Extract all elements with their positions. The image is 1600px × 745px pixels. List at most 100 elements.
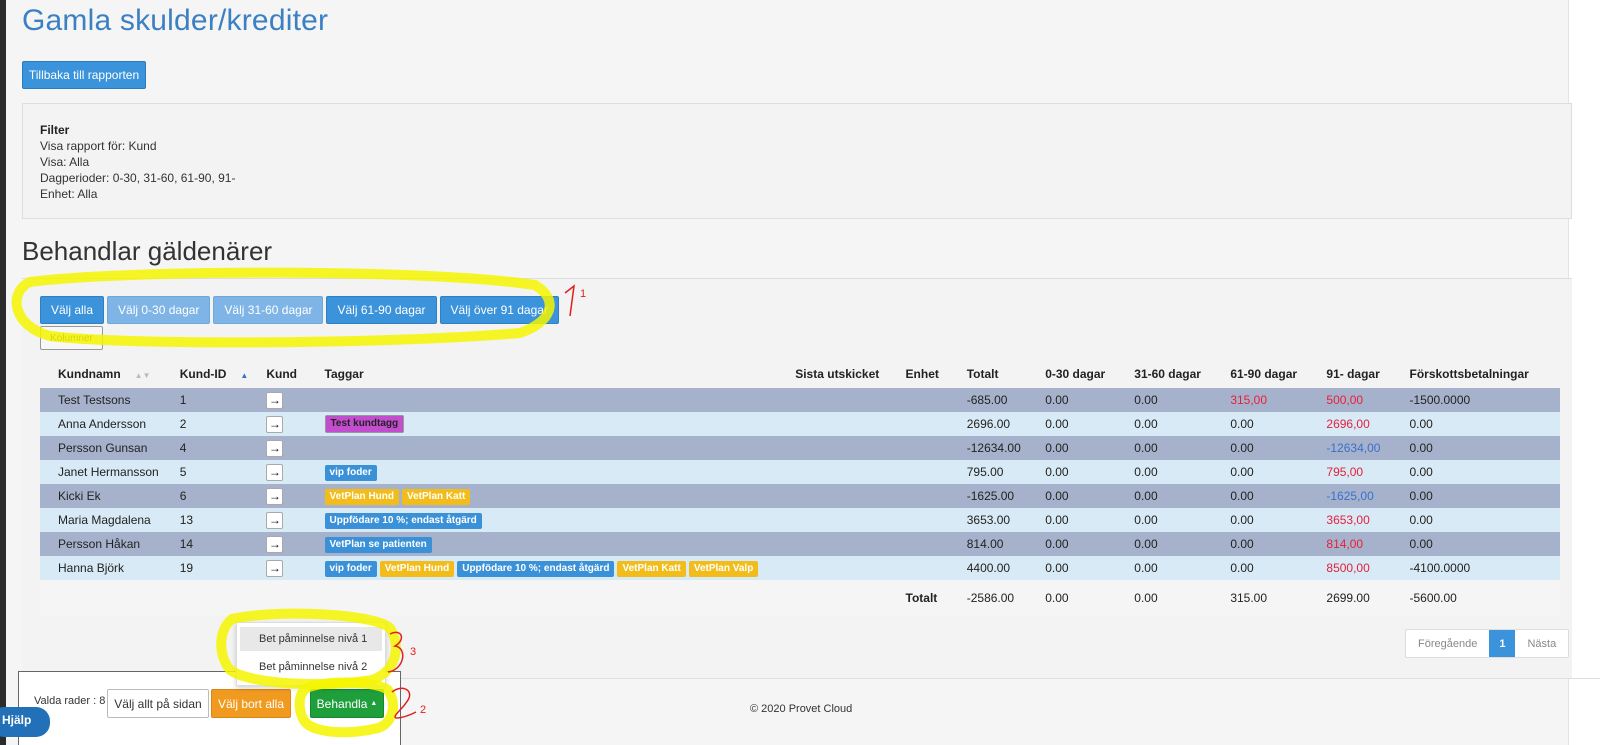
columns-button[interactable]: Kolumner	[40, 326, 103, 350]
cell-tags: VetPlan se patienten	[306, 532, 778, 556]
filter-line: Visa: Alla	[40, 155, 90, 169]
select-over-91-button[interactable]: Välj över 91 dagar	[439, 296, 559, 324]
col-header-0-30: 0-30 dagar	[1045, 367, 1106, 381]
customer-tag: VetPlan Hund	[324, 488, 399, 505]
cell-customer-name: Janet Hermansson	[40, 460, 162, 484]
select-0-30-button[interactable]: Välj 0-30 dagar	[107, 296, 211, 324]
totals-row: Totalt -2586.00 0.00 0.00 315.00 2699.00 -5600…	[40, 580, 1560, 616]
copyright: © 2020 Provet Cloud	[750, 703, 853, 715]
cell-tags	[306, 436, 778, 460]
select-all-on-page-button[interactable]: Välj allt på sidan	[107, 689, 209, 718]
pagination-prev[interactable]: Föregående	[1406, 630, 1489, 657]
table-row[interactable]: Janet Hermansson 5 → vip foder 795.00 0.00 0.0…	[40, 460, 1560, 484]
left-edge-strip	[0, 0, 6, 745]
reminder-level-2-item[interactable]: Bet påminnelse nivå 2	[237, 655, 385, 679]
totals-0-30: 0.00	[1027, 580, 1117, 616]
cell-customer-id: 5	[161, 460, 249, 484]
cell-customer-id: 14	[161, 532, 249, 556]
right-edge-strip	[1568, 0, 1600, 745]
cell-31-60: 0.00	[1116, 508, 1213, 532]
pagination-page-1[interactable]: 1	[1489, 630, 1516, 657]
table-row[interactable]: Persson Håkan 14 → VetPlan se patienten 814.…	[40, 532, 1560, 556]
cell-customer-id: 4	[161, 436, 249, 460]
select-31-60-button[interactable]: Välj 31-60 dagar	[213, 296, 324, 324]
sort-both-icon: ▲▼	[134, 371, 151, 380]
table-row[interactable]: Test Testsons 1 → -685.00 0.00 0.00 315,00 500,…	[40, 388, 1560, 412]
table-row[interactable]: Persson Gunsan 4 → -12634.00 0.00 0.00 0.00 -12…	[40, 436, 1560, 460]
open-customer-arrow-icon[interactable]: →	[266, 439, 284, 457]
cell-customer-name: Anna Andersson	[40, 412, 162, 436]
cell-last-sent	[777, 508, 888, 532]
cell-customer-link: →	[248, 460, 307, 484]
cell-customer-link: →	[248, 412, 307, 436]
cell-unit	[887, 556, 949, 580]
deselect-all-button[interactable]: Välj bort alla	[211, 689, 291, 718]
cell-total: 4400.00	[948, 556, 1028, 580]
cell-91: 814,00	[1308, 532, 1392, 556]
totals-61-90: 315.00	[1212, 580, 1309, 616]
help-button[interactable]: Hjälp	[0, 707, 50, 737]
cell-customer-name: Kicki Ek	[40, 484, 162, 508]
back-to-report-button[interactable]: Tillbaka till rapporten	[22, 61, 146, 89]
select-61-90-button[interactable]: Välj 61-90 dagar	[326, 296, 437, 324]
cell-total: 2696.00	[948, 412, 1028, 436]
pagination-next[interactable]: Nästa	[1515, 630, 1568, 657]
filter-panel: Filter Visa rapport för: Kund Visa: Alla…	[22, 103, 1572, 219]
cell-0-30: 0.00	[1027, 412, 1117, 436]
cell-total: 814.00	[948, 532, 1028, 556]
page-title: Gamla skulder/krediter	[22, 4, 329, 37]
col-header-91: 91- dagar	[1326, 367, 1380, 381]
open-customer-arrow-icon[interactable]: →	[266, 535, 284, 553]
table-row[interactable]: Kicki Ek 6 → VetPlan Hund VetPlan Katt -1625.…	[40, 484, 1560, 508]
cell-31-60: 0.00	[1116, 436, 1213, 460]
table-row[interactable]: Hanna Björk 19 → vip foder VetPlan Hund Uppfö…	[40, 556, 1560, 580]
reminder-level-1-item[interactable]: Bet påminnelse nivå 1	[240, 627, 382, 651]
cell-91: 2696,00	[1308, 412, 1392, 436]
open-customer-arrow-icon[interactable]: →	[266, 415, 284, 433]
period-select-buttons: Välj alla Välj 0-30 dagar Välj 31-60 dag…	[40, 296, 559, 324]
cell-unit	[887, 532, 949, 556]
customer-tag: VetPlan Katt	[401, 488, 471, 505]
select-all-button[interactable]: Välj alla	[40, 296, 105, 324]
cell-61-90: 0.00	[1212, 532, 1309, 556]
open-customer-arrow-icon[interactable]: →	[266, 391, 284, 409]
table-row[interactable]: Anna Andersson 2 → Test kundtagg 2696.00 0.00…	[40, 412, 1560, 436]
totals-empty-cell	[248, 580, 307, 616]
col-header-customer-name[interactable]: Kundnamn ▲▼	[40, 360, 162, 388]
customer-tag: VetPlan se patienten	[324, 536, 432, 553]
customer-tag: VetPlan Hund	[379, 560, 455, 577]
col-header-customer-id[interactable]: Kund-ID ▲	[162, 360, 249, 388]
cell-91: -1625,00	[1308, 484, 1392, 508]
filter-line: Enhet: Alla	[40, 187, 98, 201]
cell-31-60: 0.00	[1116, 532, 1213, 556]
totals-empty-cell	[306, 580, 778, 616]
cell-tags: VetPlan Hund VetPlan Katt	[306, 484, 778, 508]
cell-customer-id: 1	[161, 388, 249, 412]
cell-91: -12634,00	[1308, 436, 1392, 460]
process-dropdown-button[interactable]: Behandla ▲	[310, 689, 384, 718]
cell-prepayments: 0.00	[1391, 436, 1560, 460]
cell-0-30: 0.00	[1027, 484, 1117, 508]
customer-tag: VetPlan Valp	[688, 560, 759, 577]
table-row[interactable]: Maria Magdalena 13 → Uppfödare 10 %; endast…	[40, 508, 1560, 532]
open-customer-arrow-icon[interactable]: →	[266, 511, 284, 529]
cell-31-60: 0.00	[1116, 412, 1213, 436]
cell-total: -12634.00	[948, 436, 1028, 460]
cell-91: 500,00	[1308, 388, 1392, 412]
cell-61-90: 315,00	[1212, 388, 1309, 412]
cell-0-30: 0.00	[1027, 508, 1117, 532]
open-customer-arrow-icon[interactable]: →	[266, 559, 284, 577]
customer-tag: Test kundtagg	[324, 415, 405, 433]
cell-total: 3653.00	[948, 508, 1028, 532]
cell-customer-name: Hanna Björk	[40, 556, 162, 580]
open-customer-arrow-icon[interactable]: →	[266, 487, 284, 505]
cell-prepayments: 0.00	[1391, 484, 1560, 508]
totals-label: Totalt	[887, 580, 949, 616]
cell-prepayments: 0.00	[1391, 532, 1560, 556]
open-customer-arrow-icon[interactable]: →	[266, 463, 284, 481]
cell-total: -685.00	[948, 388, 1028, 412]
cell-customer-name: Persson Håkan	[40, 532, 162, 556]
filter-line: Dagperioder: 0-30, 31-60, 61-90, 91-	[40, 171, 236, 185]
annotation-marker-2: 2	[420, 704, 427, 716]
cell-customer-link: →	[248, 508, 307, 532]
